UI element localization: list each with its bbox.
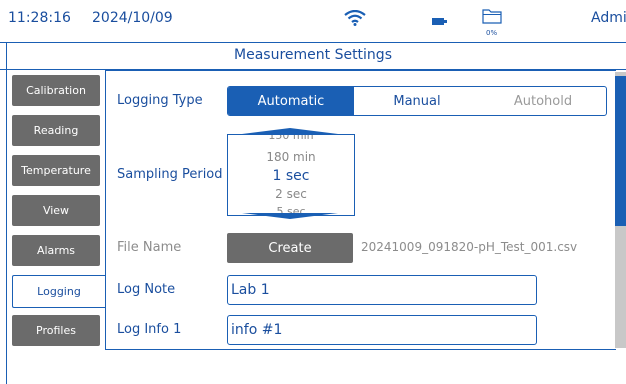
- storage-percent: 0%: [486, 29, 498, 37]
- sampling-period-label: Sampling Period: [117, 167, 223, 182]
- device-screen: 11:28:16 2024/10/09 0% Admir Measurement…: [0, 0, 626, 384]
- picker-selected-option[interactable]: 1 sec: [228, 168, 354, 184]
- log-note-label: Log Note: [117, 282, 176, 297]
- wifi-icon: [344, 10, 366, 26]
- scroll-down-icon[interactable]: [242, 213, 338, 219]
- sidebar-item-alarms[interactable]: Alarms: [12, 235, 100, 266]
- title-bar: Measurement Settings: [0, 43, 626, 70]
- sidebar-item-logging[interactable]: Logging: [12, 275, 105, 308]
- scrollbar-thumb[interactable]: [615, 76, 626, 226]
- logging-type-selector: Automatic Manual Autohold: [227, 86, 607, 116]
- picker-option[interactable]: 180 min: [228, 150, 354, 164]
- logging-type-autohold[interactable]: Autohold: [480, 87, 606, 115]
- log-note-input[interactable]: Lab 1: [227, 275, 537, 305]
- sidebar-item-reading[interactable]: Reading: [12, 115, 100, 146]
- sidebar-item-calibration[interactable]: Calibration: [12, 75, 100, 106]
- logging-type-automatic[interactable]: Automatic: [228, 87, 354, 115]
- status-bar: 11:28:16 2024/10/09 0% Admir: [0, 0, 626, 43]
- log-info-1-input[interactable]: info #1: [227, 315, 537, 345]
- sampling-period-picker[interactable]: 150 min 180 min 1 sec 2 sec 5 sec: [227, 134, 355, 216]
- picker-option[interactable]: 150 min: [228, 135, 354, 142]
- page-title: Measurement Settings: [234, 47, 392, 63]
- clock-time: 11:28:16: [8, 10, 71, 26]
- sidebar-item-profiles[interactable]: Profiles: [12, 315, 100, 346]
- battery-icon: [432, 18, 447, 25]
- folder-icon: [482, 9, 502, 24]
- create-file-button[interactable]: Create: [227, 233, 353, 263]
- sidebar-item-temperature[interactable]: Temperature: [12, 155, 100, 186]
- scroll-up-icon[interactable]: [242, 128, 338, 134]
- logging-type-label: Logging Type: [117, 93, 203, 108]
- picker-option[interactable]: 2 sec: [228, 187, 354, 201]
- log-info-1-label: Log Info 1: [117, 322, 182, 337]
- user-name[interactable]: Admir: [591, 10, 626, 26]
- logging-type-manual[interactable]: Manual: [354, 87, 480, 115]
- sidebar-item-view[interactable]: View: [12, 195, 100, 226]
- current-date: 2024/10/09: [92, 10, 173, 26]
- file-name-label: File Name: [117, 240, 182, 255]
- sidebar: Calibration Reading Temperature View Ala…: [0, 70, 106, 350]
- file-name-value: 20241009_091820-pH_Test_001.csv: [361, 240, 578, 254]
